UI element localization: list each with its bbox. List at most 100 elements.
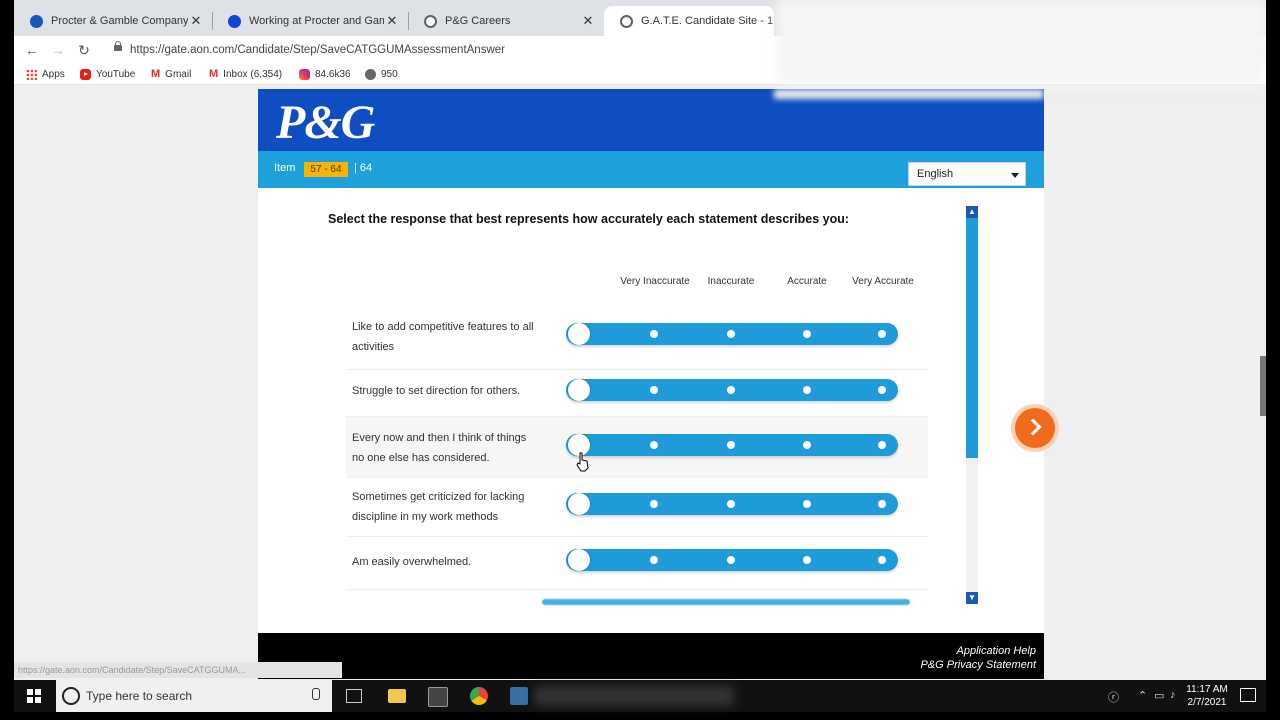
statement-text: Sometimes get criticized for lacking dis…	[352, 491, 525, 523]
instruction-text: Select the response that best represents…	[328, 212, 850, 226]
response-slider[interactable]	[566, 549, 898, 571]
option-accurate[interactable]	[803, 441, 811, 449]
scroll-up-icon[interactable]: ▲	[966, 206, 978, 218]
glassdoor-favicon-icon	[228, 14, 241, 28]
chevron-up-icon[interactable]: ⌃	[1138, 689, 1147, 702]
option-very-accurate[interactable]	[878, 441, 886, 449]
pg-header: P&G	[258, 89, 1044, 151]
option-accurate[interactable]	[803, 500, 811, 508]
option-accurate[interactable]	[803, 556, 811, 564]
globe-icon	[365, 68, 376, 80]
youtube-icon	[80, 68, 91, 80]
slider-knob[interactable]	[568, 323, 590, 345]
notification-icon[interactable]	[1240, 688, 1256, 702]
apps-grid-icon	[26, 68, 37, 80]
option-accurate[interactable]	[803, 386, 811, 394]
scroll-down-icon[interactable]: ▼	[966, 592, 978, 604]
item-label: Item	[274, 162, 296, 174]
pg-logo: P&G	[276, 96, 375, 149]
blurred-region	[774, 89, 1044, 99]
statement-text: Struggle to set direction for others.	[352, 385, 521, 397]
page-footer: Application Help P&G Privacy Statement	[258, 633, 1044, 679]
option-inaccurate[interactable]	[727, 330, 735, 338]
option-inaccurate[interactable]	[727, 556, 735, 564]
bookmark-views[interactable]: 950	[365, 66, 398, 82]
instagram-icon	[299, 68, 310, 80]
item-total: | 64	[354, 162, 373, 174]
application-help-link[interactable]: Application Help	[957, 645, 1037, 657]
file-explorer-icon[interactable]	[388, 689, 406, 703]
question-scrollbar[interactable]: ▲ ▼	[966, 206, 978, 604]
close-icon[interactable]: ✕	[188, 13, 204, 29]
taskbar-clock[interactable]: 11:17 AM 2/7/2021	[1182, 683, 1232, 709]
windows-taskbar: Type here to search ⓡ ⌃ ▭ ♪ 11:17 AM 2/7…	[14, 680, 1266, 712]
statement-text: Am easily overwhelmed.	[352, 556, 472, 568]
next-arrow-button[interactable]	[1015, 408, 1055, 448]
people-icon[interactable]: ⓡ	[1108, 689, 1119, 705]
column-header-very-accurate: Very Accurate	[852, 276, 914, 287]
option-very-accurate[interactable]	[878, 500, 886, 508]
response-slider[interactable]	[566, 493, 898, 515]
address-bar[interactable]: https://gate.aon.com/Candidate/Step/Save…	[130, 40, 505, 60]
option-very-accurate[interactable]	[878, 556, 886, 564]
microphone-icon[interactable]	[312, 688, 320, 700]
option-very-inaccurate[interactable]	[650, 556, 658, 564]
window-scrollbar[interactable]	[1260, 356, 1266, 416]
bookmark-youtube[interactable]: YouTube	[80, 66, 135, 82]
back-arrow-icon[interactable]: ←	[22, 40, 42, 60]
option-very-inaccurate[interactable]	[650, 386, 658, 394]
app-icon[interactable]	[510, 687, 528, 705]
store-icon[interactable]	[428, 687, 448, 707]
tab-pg-company[interactable]: Procter & Gamble Company ✕	[14, 6, 212, 36]
status-bar-url: https://gate.aon.com/Candidate/Step/Save…	[14, 662, 342, 678]
statement-row: Like to add competitive features to all …	[346, 313, 928, 371]
tab-gate-candidate-site[interactable]: G.A.T.E. Candidate Site - 17	[604, 6, 774, 36]
globe-icon	[620, 14, 633, 28]
close-icon[interactable]: ✕	[580, 13, 596, 29]
bookmark-instagram[interactable]: 84.6k36	[299, 66, 351, 82]
volume-icon[interactable]: ♪	[1170, 689, 1176, 701]
option-accurate[interactable]	[803, 330, 811, 338]
response-slider[interactable]	[566, 379, 898, 401]
item-range-badge: 57 - 64	[304, 162, 348, 177]
globe-icon	[424, 14, 437, 28]
option-very-accurate[interactable]	[878, 330, 886, 338]
response-slider[interactable]	[566, 323, 898, 345]
reload-icon[interactable]: ↻	[74, 40, 94, 60]
bookmark-apps[interactable]: Apps	[26, 66, 65, 82]
statement-row: Sometimes get criticized for lacking dis…	[346, 478, 928, 536]
chrome-icon[interactable]	[470, 687, 488, 705]
taskbar-search[interactable]: Type here to search	[56, 680, 332, 712]
language-select[interactable]: English	[908, 162, 1026, 186]
privacy-statement-link[interactable]: P&G Privacy Statement	[920, 659, 1036, 671]
bookmarks-bar: Apps YouTube M Gmail M Inbox (6,354) 84.…	[14, 0, 1266, 85]
scrollbar-thumb[interactable]	[966, 218, 978, 458]
slider-knob[interactable]	[568, 493, 590, 515]
windows-start-icon[interactable]	[27, 689, 41, 703]
slider-knob[interactable]	[568, 379, 590, 401]
option-inaccurate[interactable]	[727, 500, 735, 508]
close-icon[interactable]: ✕	[384, 13, 400, 29]
slider-knob[interactable]	[568, 549, 590, 571]
tab-pg-careers[interactable]: P&G Careers ✕	[408, 6, 604, 36]
bookmark-inbox[interactable]: M Inbox (6,354)	[209, 66, 282, 82]
option-very-inaccurate[interactable]	[650, 330, 658, 338]
option-very-accurate[interactable]	[878, 386, 886, 394]
hand-cursor-icon	[576, 452, 589, 472]
gmail-icon: M	[209, 68, 219, 80]
option-very-inaccurate[interactable]	[650, 500, 658, 508]
lock-icon	[114, 41, 122, 53]
option-very-inaccurate[interactable]	[650, 441, 658, 449]
statement-row: Every now and then I think of things no …	[346, 417, 928, 477]
response-slider-partial[interactable]	[542, 599, 910, 605]
network-icon[interactable]: ▭	[1154, 689, 1164, 702]
option-inaccurate[interactable]	[727, 441, 735, 449]
option-inaccurate[interactable]	[727, 386, 735, 394]
bookmark-gmail[interactable]: M Gmail	[151, 66, 191, 82]
tab-working-at-pg[interactable]: Working at Procter and Gamble | ✕	[212, 6, 408, 36]
response-slider[interactable]	[566, 434, 898, 456]
forward-arrow-icon[interactable]: →	[48, 40, 68, 60]
cortana-icon	[62, 687, 80, 705]
task-view-icon[interactable]	[346, 689, 362, 703]
assessment-page: P&G Item | 64 57 - 64 English Select the…	[258, 89, 1044, 679]
